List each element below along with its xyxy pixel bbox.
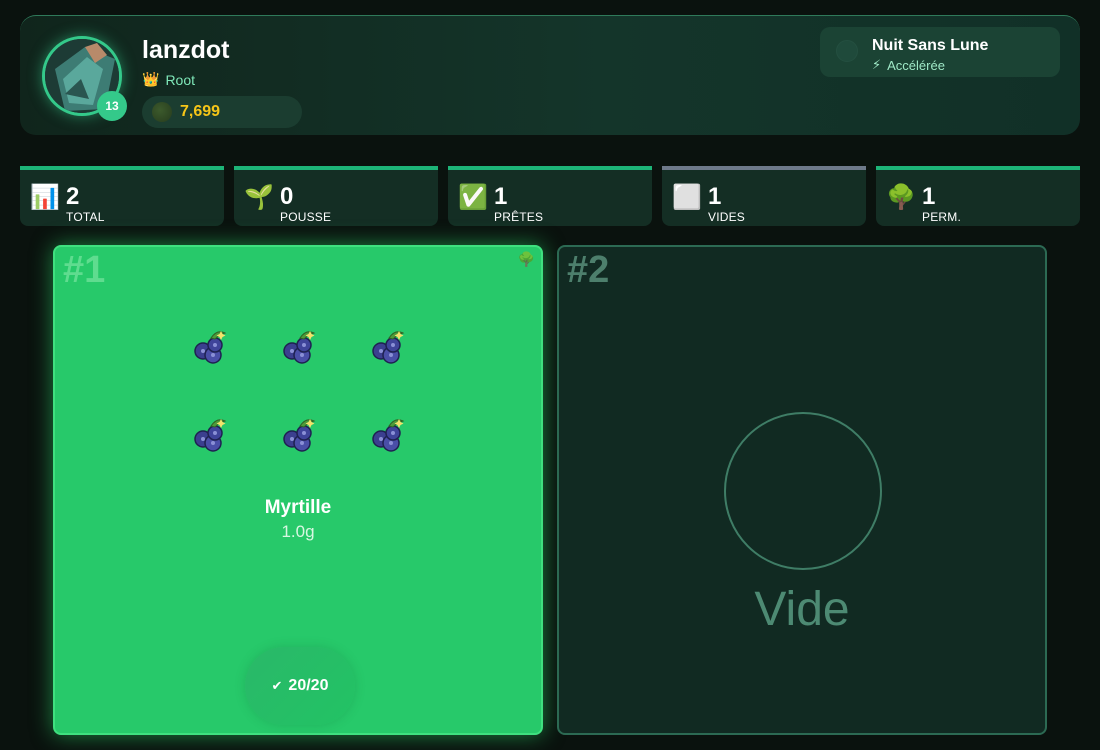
empty-square-icon: ⬜ [672,184,702,211]
new-moon-icon [836,40,858,62]
stat-value: 1 [922,183,936,210]
weather-card[interactable]: Nuit Sans Lune ⚡ Accélérée [820,27,1060,77]
rank-label: Root [165,71,196,88]
harvest-count: 20/20 [288,677,329,694]
plot-number: #2 [567,249,610,291]
avatar-container: 13 [42,36,127,121]
stat-label: PERM. [922,210,962,224]
stat-label: VIDES [708,210,746,224]
harvest-button[interactable]: ✔ 20/20 [245,647,355,725]
empty-plot-circle [724,412,882,570]
stat-ready: ✅ 1 PRÊTES [448,166,652,226]
checkmark-icon: ✔ [271,678,283,693]
crown-icon: 👑 [142,71,160,87]
stat-empty: ⬜ 1 VIDES [662,166,866,226]
stat-growing: 🌱 0 POUSSE [234,166,438,226]
stat-value: 2 [66,183,80,210]
stat-label: PRÊTES [494,210,544,224]
check-icon: ✅ [458,184,488,211]
weather-title: Nuit Sans Lune [872,37,989,54]
stat-value: 1 [494,183,508,210]
blueberry-icon [369,327,409,367]
username: lanzdot [142,36,230,64]
stat-label: TOTAL [66,210,105,224]
sprout-icon: 🌱 [244,184,274,211]
empty-label: Vide [754,583,850,636]
weather-effect-label: Accélérée [887,57,945,73]
weather-effect: ⚡ Accélérée [872,57,945,73]
blueberry-icon [280,327,320,367]
coin-balance: 7,699 [142,96,302,128]
stat-value: 0 [280,183,294,210]
stat-label: POUSSE [280,210,332,224]
coin-value: 7,699 [180,103,221,120]
blueberry-icon [280,415,320,455]
tree-icon: 🌳 [517,251,535,267]
stats-row: 📊 2 TOTAL 🌱 0 POUSSE ✅ 1 PRÊTES ⬜ 1 VIDE… [20,166,1080,226]
level-badge: 13 [97,91,127,121]
lightning-icon: ⚡ [872,57,882,72]
plot-number: #1 [63,249,106,291]
plot-1[interactable]: #1 🌳 Myrtille 1.0g ✔ 20/20 [53,245,543,735]
player-header: 13 lanzdot 👑 Root 7,699 Nuit Sans Lune ⚡… [20,15,1080,135]
stat-value: 1 [708,183,722,210]
blueberry-icon [191,327,231,367]
stat-permanent: 🌳 1 PERM. [876,166,1080,226]
tree-icon: 🌳 [886,184,916,211]
chart-icon: 📊 [30,184,60,211]
stat-total: 📊 2 TOTAL [20,166,224,226]
rank-row: 👑 Root [142,71,195,88]
crop-weight: 1.0g [281,522,315,541]
blueberry-icon [191,415,231,455]
blueberry-icon [369,415,409,455]
plot-2[interactable]: #2 Vide [557,245,1047,735]
crop-name: Myrtille [264,497,332,518]
coin-icon [152,102,172,122]
